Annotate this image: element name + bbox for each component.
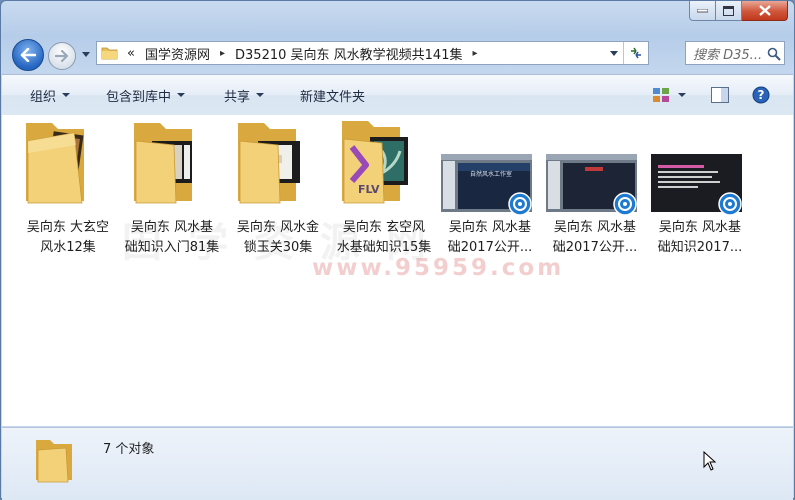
breadcrumb-overflow[interactable]: « xyxy=(119,42,139,64)
help-button[interactable]: ? xyxy=(752,75,770,115)
minimize-button[interactable] xyxy=(689,1,716,21)
preview-pane-icon xyxy=(711,87,729,103)
share-label: 共享 xyxy=(224,89,251,105)
folder-icon xyxy=(101,47,118,60)
close-button[interactable] xyxy=(742,1,788,21)
item-name: 吴向东 风水基 础2017公开... xyxy=(447,220,533,255)
folder-icon xyxy=(26,123,84,204)
include-in-library-label: 包含到库中 xyxy=(106,89,172,105)
item-name: 吴向东 风水基 础知识入门81集 xyxy=(124,220,220,255)
organize-label: 组织 xyxy=(30,89,57,105)
refresh-icon xyxy=(631,47,641,59)
item-name: 吴向东 风水基 础2017公开... xyxy=(552,220,638,255)
item-name: 吴向东 玄空风 水基础知识15集 xyxy=(336,220,432,255)
mouse-cursor-icon xyxy=(703,451,717,471)
view-dropdown[interactable] xyxy=(678,75,686,115)
maximize-icon xyxy=(723,5,734,16)
preview-pane-button[interactable] xyxy=(711,75,729,115)
organize-menu[interactable]: 组织 xyxy=(30,75,71,115)
address-history-dropdown[interactable] xyxy=(606,42,622,64)
refresh-button[interactable] xyxy=(623,42,648,64)
folder-icon xyxy=(36,440,72,483)
chevron-down-icon xyxy=(256,93,265,97)
help-icon: ? xyxy=(752,86,770,104)
chevron-down-icon xyxy=(678,93,686,97)
share-menu[interactable]: 共享 xyxy=(224,75,265,115)
breadcrumb-separator[interactable]: ▸ xyxy=(468,42,481,64)
breadcrumb-item-guoxue[interactable]: 国学资源网 xyxy=(139,42,216,64)
chevron-down-icon xyxy=(82,51,90,57)
explorer-window: « 国学资源网 ▸ D35210 吴向东 风水教学视频共141集 ▸ 搜索 D3… xyxy=(0,0,795,500)
command-bar: 组织 包含到库中 共享 新建文件夹 ? xyxy=(2,74,793,116)
forward-button[interactable] xyxy=(48,42,76,70)
video-thumbnail xyxy=(546,154,637,215)
change-view-button[interactable] xyxy=(652,75,670,115)
forward-arrow-icon xyxy=(55,50,69,62)
svg-text:?: ? xyxy=(758,88,765,102)
address-bar[interactable]: « 国学资源网 ▸ D35210 吴向东 风水教学视频共141集 ▸ xyxy=(96,41,649,65)
chevron-down-icon xyxy=(610,50,618,56)
include-in-library-menu[interactable]: 包含到库中 xyxy=(106,75,186,115)
folder-icon xyxy=(134,123,192,204)
slide-title: 自然风水工作室 xyxy=(470,171,513,178)
watermark-url: www.95959.com xyxy=(312,255,565,281)
item-name: 吴向东 大玄空 风水12集 xyxy=(26,220,110,255)
breadcrumb-separator[interactable]: ▸ xyxy=(216,42,229,64)
new-folder-label: 新建文件夹 xyxy=(300,89,366,105)
chevron-down-icon xyxy=(62,93,71,97)
caption-buttons xyxy=(689,1,788,21)
video-thumbnail xyxy=(651,154,742,215)
folder-icon xyxy=(238,123,300,204)
minimize-icon xyxy=(697,8,708,12)
chevron-down-icon xyxy=(177,93,186,97)
file-list-view[interactable]: 国学资源网 www.95959.com 吴向东 大玄空 风水12集 吴向东 风水… xyxy=(2,115,793,426)
details-pane: 7 个对象 xyxy=(2,427,793,500)
close-icon xyxy=(758,5,771,16)
maximize-button[interactable] xyxy=(716,1,742,21)
search-icon[interactable] xyxy=(767,47,781,61)
back-arrow-icon xyxy=(20,48,36,62)
breadcrumb-item-current[interactable]: D35210 吴向东 风水教学视频共141集 xyxy=(229,42,468,64)
item-count: 7 个对象 xyxy=(103,442,155,457)
recent-pages-dropdown[interactable] xyxy=(80,45,92,63)
folder-icon xyxy=(342,121,408,204)
video-thumbnail xyxy=(441,154,532,215)
back-button[interactable] xyxy=(12,39,44,71)
item-name: 吴向东 风水基 础知识2017... xyxy=(657,220,743,255)
item-name: 吴向东 风水金 锁玉关30集 xyxy=(236,220,320,255)
new-folder-button[interactable]: 新建文件夹 xyxy=(300,75,365,115)
flv-label: FLV xyxy=(358,183,380,196)
view-options-icon xyxy=(653,88,669,102)
